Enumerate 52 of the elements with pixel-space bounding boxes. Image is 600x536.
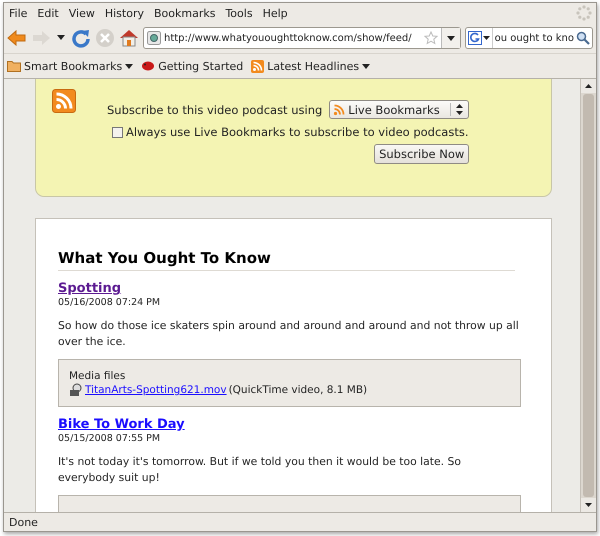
media-file-info: (QuickTime video, 8.1 MB): [228, 383, 368, 397]
entry-title-link[interactable]: Spotting: [58, 281, 122, 296]
menu-item[interactable]: Help: [262, 6, 289, 20]
menu-item[interactable]: Edit: [36, 6, 60, 20]
entry-summary: So how do those ice skaters spin around and around and around and not throw up all over the ice.: [58, 318, 520, 350]
back-arrow-icon[interactable]: [7, 29, 27, 47]
scrollbar[interactable]: [580, 79, 596, 512]
folder-icon: [7, 60, 21, 72]
up-arrow-icon[interactable]: [585, 84, 592, 88]
menu-item[interactable]: Bookmarks: [152, 6, 216, 20]
media-files-heading: Media files: [69, 369, 126, 383]
status-text: Done: [9, 516, 38, 528]
reload-icon[interactable]: [71, 28, 91, 48]
feed-title: What You Ought To Know: [58, 249, 272, 267]
caret-icon: [125, 64, 134, 68]
caret-icon[interactable]: [482, 36, 490, 40]
url-dropdown-button[interactable]: [440, 28, 460, 48]
bookmark-item[interactable]: Smart Bookmarks: [7, 60, 134, 72]
caret-icon: [446, 36, 455, 40]
entry-date: 05/16/2008 07:24 PM: [58, 297, 162, 308]
throbber-icon: [576, 5, 592, 21]
creature-icon: [141, 60, 156, 72]
subscribe-now-button[interactable]: Subscribe Now: [374, 144, 470, 164]
entry-title-link[interactable]: Bike To Work Day: [58, 417, 185, 432]
home-icon[interactable]: [119, 28, 139, 48]
entry-date: 05/15/2008 07:55 PM: [58, 433, 162, 444]
rss-feed-icon: [251, 60, 264, 72]
checkbox-label: Always use Live Bookmarks to subscribe to video podcasts.: [126, 125, 468, 139]
url-field[interactable]: http://www.whatyououghttoknow.com/show/feed/: [143, 27, 461, 49]
caret-icon: [362, 64, 370, 68]
site-icon: [147, 31, 161, 45]
search-icon[interactable]: [576, 31, 590, 45]
rss-feed-icon: [333, 104, 346, 116]
up-down-arrows-icon: [456, 104, 464, 115]
film-reel-icon: [69, 383, 83, 397]
rss-feed-icon: [52, 89, 76, 113]
bookmark-item[interactable]: Getting Started: [141, 60, 244, 72]
down-arrow-icon[interactable]: [585, 503, 592, 507]
star-icon[interactable]: [424, 31, 438, 45]
entry-summary: It's not today it's tomorrow. But if we told you then it would be too late. So everybody suit up!: [58, 454, 462, 486]
bookmark-item[interactable]: Latest Headlines: [251, 60, 370, 72]
caret-icon[interactable]: [57, 35, 65, 41]
menu-item[interactable]: Tools: [224, 6, 254, 20]
media-file-link[interactable]: TitanArts-Spotting621.mov: [85, 383, 227, 397]
reader-select[interactable]: Live Bookmarks: [329, 100, 470, 119]
search-field[interactable]: ou ought to kno: [464, 27, 593, 49]
subscribe-prompt: Subscribe to this video podcast using: [107, 102, 322, 116]
menu-item[interactable]: History: [104, 6, 145, 20]
menu-item[interactable]: File: [8, 6, 28, 20]
letter-g-logo-icon[interactable]: [468, 31, 482, 45]
checkbox[interactable]: [112, 126, 123, 138]
menu-item[interactable]: View: [68, 6, 96, 20]
